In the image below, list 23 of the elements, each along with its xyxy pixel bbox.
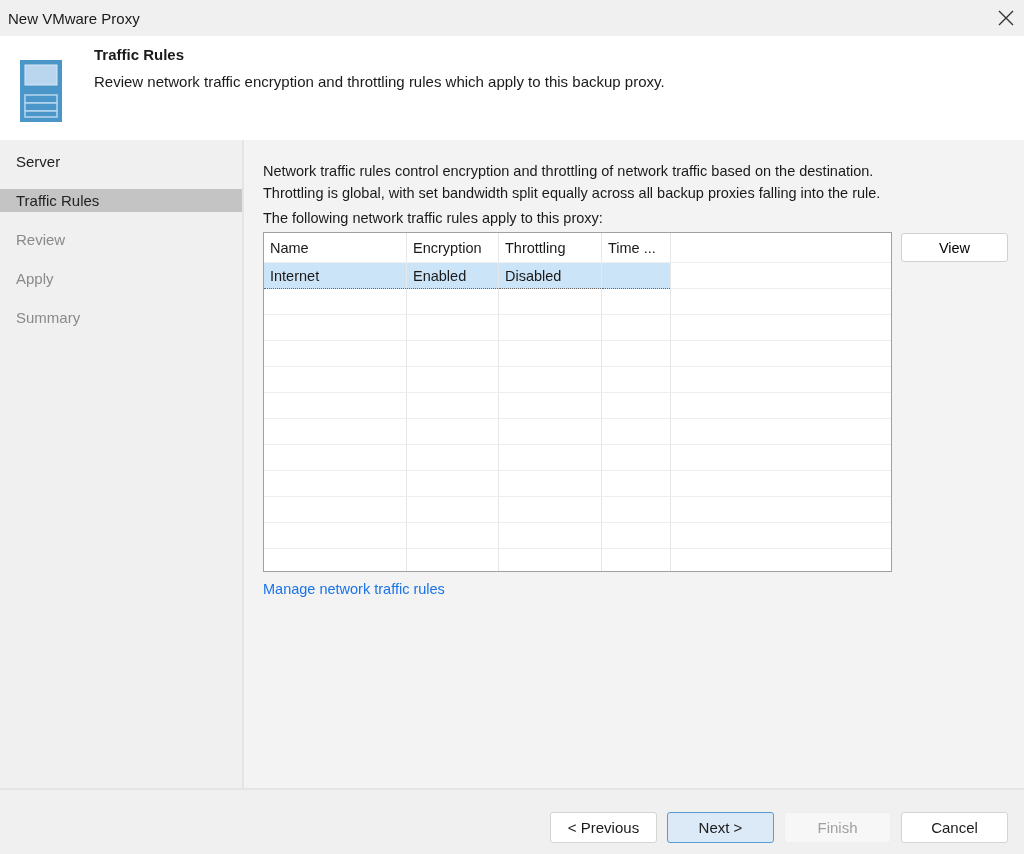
column-header[interactable]: Encryption [406, 233, 499, 263]
page-title: Traffic Rules [94, 46, 186, 63]
column-header[interactable]: Time ... [601, 233, 671, 263]
wizard-button[interactable]: Next > [667, 812, 774, 843]
column-header[interactable]: Name [264, 233, 407, 263]
page-description: Review network traffic encryption and throttling rules which apply to this backup proxy. [94, 73, 665, 90]
table-cell: Enabled [406, 262, 499, 289]
column-header[interactable]: Throttling [498, 233, 602, 263]
server-icon [20, 60, 62, 122]
window-title: New VMware Proxy [8, 9, 140, 27]
table-cell: Disabled [498, 262, 602, 289]
wizard-button[interactable]: Cancel [901, 812, 1008, 843]
close-icon[interactable] [998, 10, 1014, 26]
manage-rules-link[interactable]: Manage network traffic rules [263, 581, 445, 597]
description-text: Network traffic rules control encryption and throttling of network traffic based on the destination. [263, 162, 875, 181]
table-row[interactable]: Internet Enabled Disabled [264, 262, 891, 289]
description-text: Throttling is global, with set bandwidth split equally across all backup proxies falling into the rule. [263, 184, 882, 203]
wizard-button[interactable]: < Previous [550, 812, 657, 843]
table-caption: The following network traffic rules apply to this proxy: [263, 209, 604, 228]
view-button[interactable]: View [901, 233, 1008, 262]
table-cell: Internet [264, 262, 407, 289]
wizard-step[interactable]: Server [0, 150, 242, 173]
wizard-step[interactable]: Traffic Rules [0, 189, 242, 212]
